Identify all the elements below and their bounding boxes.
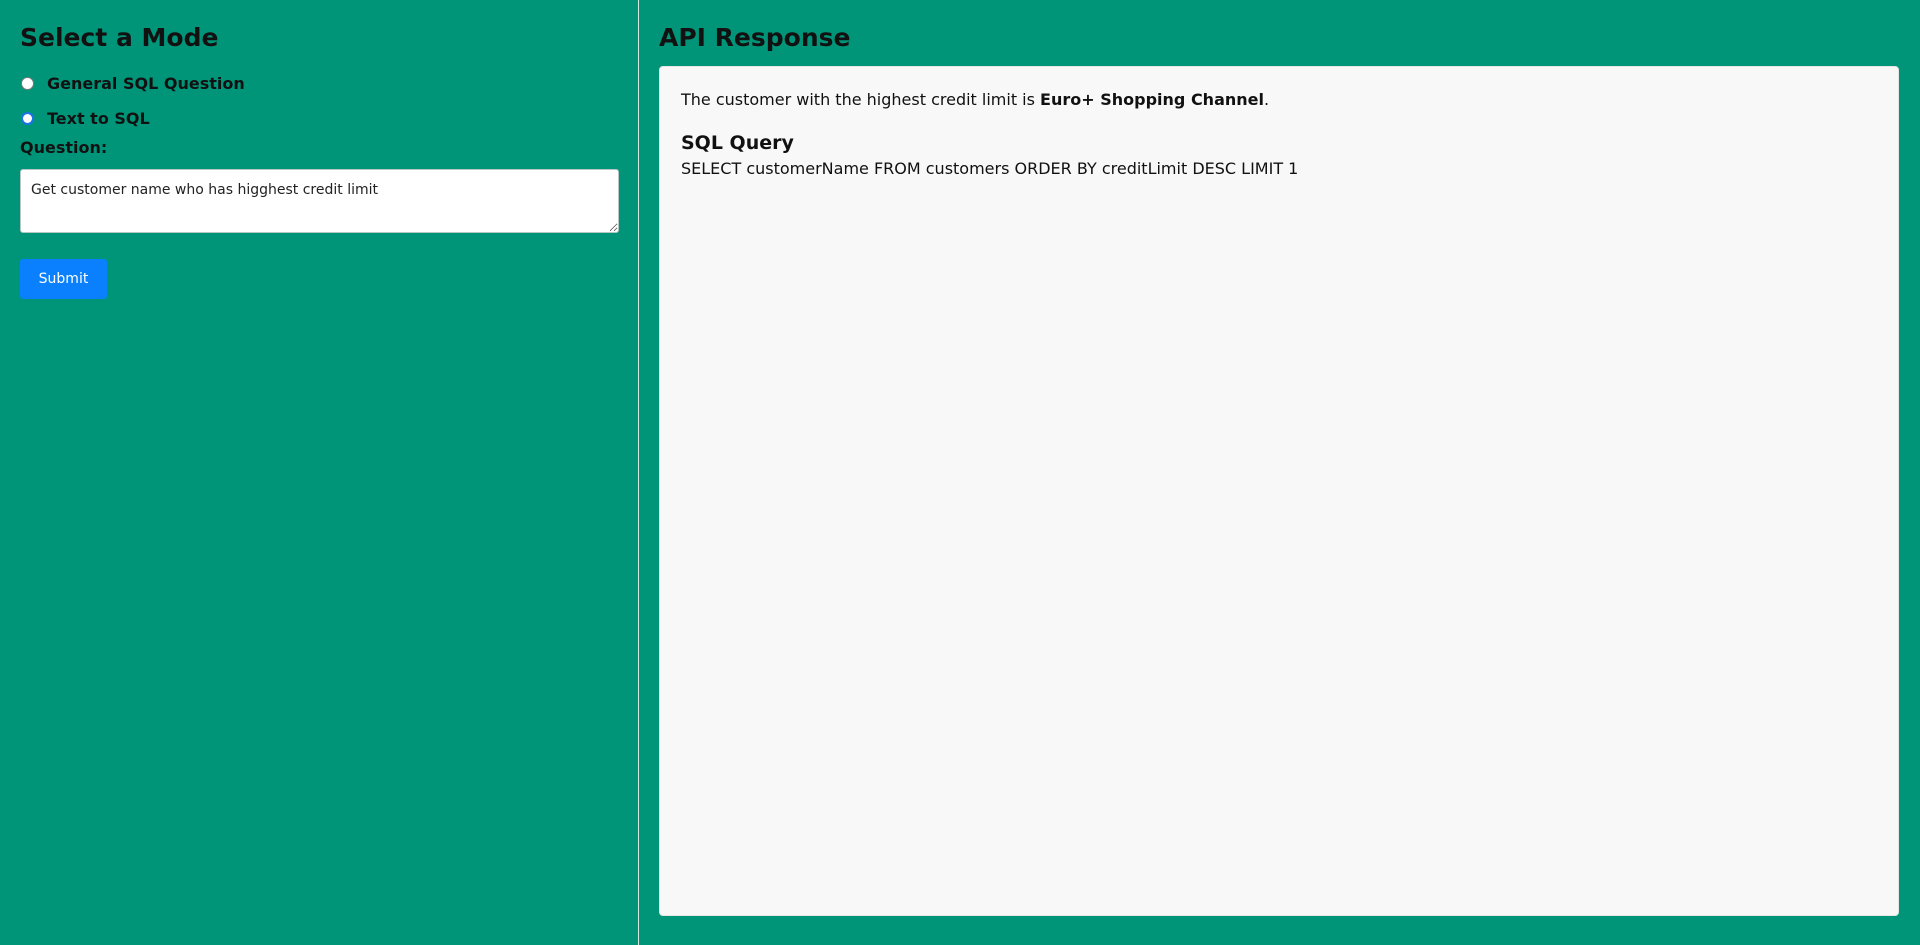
- submit-button[interactable]: Submit: [20, 259, 107, 299]
- question-label: Question:: [20, 138, 108, 157]
- response-prefix: The customer with the highest credit lim…: [681, 90, 1041, 109]
- general-sql-radio[interactable]: [21, 77, 34, 90]
- mode-title: Select a Mode: [20, 23, 219, 52]
- app: Select a Mode General SQL Question Text …: [0, 0, 1920, 945]
- mode-radio-group: General SQL Question Text to SQL: [20, 66, 618, 136]
- api-response-panel: API Response The customer with the highe…: [639, 0, 1920, 945]
- response-customer-name: Euro+ Shopping Channel: [1040, 90, 1264, 109]
- api-response-title: API Response: [659, 23, 851, 52]
- response-suffix: .: [1263, 90, 1270, 109]
- sql-query-title: SQL Query: [681, 132, 794, 154]
- response-message: The customer with the highest credit lim…: [681, 88, 1877, 112]
- api-response-card: The customer with the highest credit lim…: [659, 66, 1899, 916]
- text-to-sql-mode-option[interactable]: Text to SQL: [20, 101, 618, 136]
- text-to-sql-label: Text to SQL: [47, 108, 150, 128]
- general-sql-mode-option[interactable]: General SQL Question: [20, 66, 618, 101]
- general-sql-label: General SQL Question: [47, 73, 245, 93]
- text-to-sql-radio[interactable]: [21, 112, 34, 125]
- mode-panel: Select a Mode General SQL Question Text …: [0, 0, 639, 945]
- sql-query-text: SELECT customerName FROM customers ORDER…: [681, 159, 1299, 178]
- question-input[interactable]: Get customer name who has higghest credi…: [20, 169, 619, 233]
